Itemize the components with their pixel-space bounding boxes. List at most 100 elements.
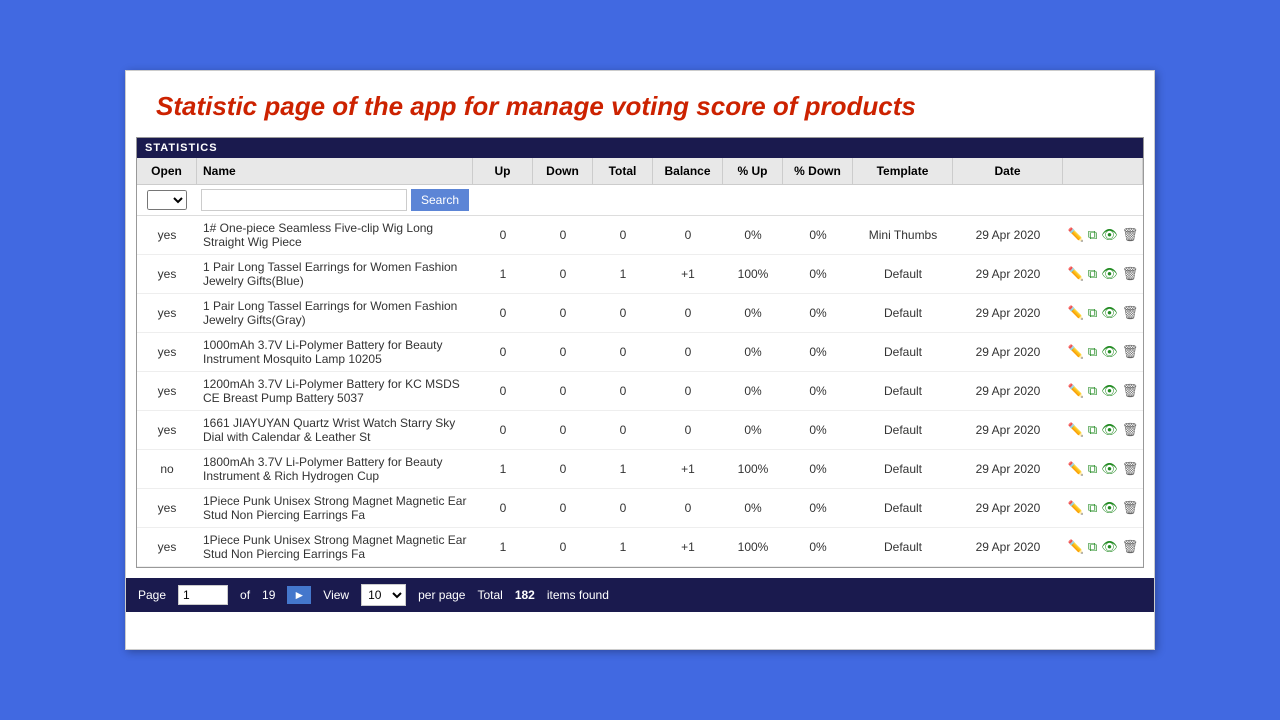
cell-up: 0 [473,340,533,364]
open-dropdown-cell[interactable]: yes no [137,190,197,210]
total-count: 182 [515,588,535,602]
view-icon[interactable]: 👁 [1101,266,1118,282]
cell-up: 0 [473,496,533,520]
edit-icon[interactable]: ✏️ [1068,500,1084,516]
cell-open: yes [137,496,197,520]
col-down: Down [533,158,593,184]
edit-icon[interactable]: ✏️ [1068,539,1084,555]
view-icon[interactable]: 👁 [1101,344,1118,360]
view-icon[interactable]: 👁 [1101,461,1118,477]
delete-icon[interactable]: 🗑 [1122,344,1139,360]
table-row: yes 1Piece Punk Unisex Strong Magnet Mag… [137,528,1143,567]
table-row: yes 1000mAh 3.7V Li-Polymer Battery for … [137,333,1143,372]
search-row: yes no Search [137,185,1143,216]
cell-pct-down: 0% [783,496,853,520]
edit-icon[interactable]: ✏️ [1068,344,1084,360]
cell-total: 0 [593,340,653,364]
stats-header-bar: STATISTICS [137,138,1143,158]
cell-balance: 0 [653,340,723,364]
cell-balance: 0 [653,379,723,403]
per-page-select[interactable]: 10 25 50 [361,584,406,606]
search-input[interactable] [201,189,407,211]
cell-actions: ✏️ ⧉ 👁 🗑 [1063,300,1143,326]
view-label: View [323,588,349,602]
edit-icon[interactable]: ✏️ [1068,227,1084,243]
copy-icon[interactable]: ⧉ [1088,266,1097,282]
view-icon[interactable]: 👁 [1101,500,1118,516]
delete-icon[interactable]: 🗑 [1122,539,1139,555]
delete-icon[interactable]: 🗑 [1122,227,1139,243]
cell-open: yes [137,535,197,559]
cell-date: 29 Apr 2020 [953,496,1063,520]
cell-down: 0 [533,535,593,559]
view-icon[interactable]: 👁 [1101,539,1118,555]
col-name: Name [197,158,473,184]
edit-icon[interactable]: ✏️ [1068,305,1084,321]
cell-down: 0 [533,223,593,247]
edit-icon[interactable]: ✏️ [1068,383,1084,399]
delete-icon[interactable]: 🗑 [1122,500,1139,516]
cell-pct-down: 0% [783,301,853,325]
delete-icon[interactable]: 🗑 [1122,266,1139,282]
cell-name: 1800mAh 3.7V Li-Polymer Battery for Beau… [197,450,473,488]
cell-pct-down: 0% [783,535,853,559]
next-page-button[interactable]: ► [287,586,311,604]
cell-down: 0 [533,262,593,286]
view-icon[interactable]: 👁 [1101,422,1118,438]
col-pct-down: % Down [783,158,853,184]
search-button[interactable]: Search [411,189,469,211]
delete-icon[interactable]: 🗑 [1122,383,1139,399]
delete-icon[interactable]: 🗑 [1122,422,1139,438]
cell-open: yes [137,418,197,442]
page-title: Statistic page of the app for manage vot… [126,71,1154,137]
col-actions [1063,158,1143,184]
cell-pct-up: 100% [723,457,783,481]
cell-open: yes [137,340,197,364]
cell-template: Default [853,418,953,442]
copy-icon[interactable]: ⧉ [1088,305,1097,321]
copy-icon[interactable]: ⧉ [1088,500,1097,516]
col-up: Up [473,158,533,184]
copy-icon[interactable]: ⧉ [1088,539,1097,555]
delete-icon[interactable]: 🗑 [1122,461,1139,477]
cell-template: Default [853,496,953,520]
view-icon[interactable]: 👁 [1101,227,1118,243]
cell-actions: ✏️ ⧉ 👁 🗑 [1063,456,1143,482]
table-body: yes 1# One-piece Seamless Five-clip Wig … [137,216,1143,567]
cell-name: 1# One-piece Seamless Five-clip Wig Long… [197,216,473,254]
copy-icon[interactable]: ⧉ [1088,227,1097,243]
edit-icon[interactable]: ✏️ [1068,422,1084,438]
cell-actions: ✏️ ⧉ 👁 🗑 [1063,495,1143,521]
cell-total: 0 [593,418,653,442]
cell-name: 1Piece Punk Unisex Strong Magnet Magneti… [197,489,473,527]
cell-pct-up: 100% [723,262,783,286]
cell-pct-up: 0% [723,340,783,364]
cell-actions: ✏️ ⧉ 👁 🗑 [1063,222,1143,248]
footer-bar: Page of 19 ► View 10 25 50 per page Tota… [126,578,1154,612]
view-icon[interactable]: 👁 [1101,383,1118,399]
cell-pct-down: 0% [783,340,853,364]
cell-pct-down: 0% [783,262,853,286]
page-input[interactable] [178,585,228,605]
view-icon[interactable]: 👁 [1101,305,1118,321]
cell-down: 0 [533,457,593,481]
cell-up: 0 [473,418,533,442]
copy-icon[interactable]: ⧉ [1088,422,1097,438]
cell-pct-down: 0% [783,418,853,442]
cell-pct-up: 0% [723,418,783,442]
copy-icon[interactable]: ⧉ [1088,461,1097,477]
cell-balance: 0 [653,301,723,325]
copy-icon[interactable]: ⧉ [1088,383,1097,399]
cell-pct-down: 0% [783,457,853,481]
col-pct-up: % Up [723,158,783,184]
open-filter-select[interactable]: yes no [147,190,187,210]
cell-actions: ✏️ ⧉ 👁 🗑 [1063,534,1143,560]
delete-icon[interactable]: 🗑 [1122,305,1139,321]
col-template: Template [853,158,953,184]
cell-actions: ✏️ ⧉ 👁 🗑 [1063,417,1143,443]
edit-icon[interactable]: ✏️ [1068,266,1084,282]
cell-total: 0 [593,301,653,325]
edit-icon[interactable]: ✏️ [1068,461,1084,477]
copy-icon[interactable]: ⧉ [1088,344,1097,360]
cell-name: 1 Pair Long Tassel Earrings for Women Fa… [197,294,473,332]
